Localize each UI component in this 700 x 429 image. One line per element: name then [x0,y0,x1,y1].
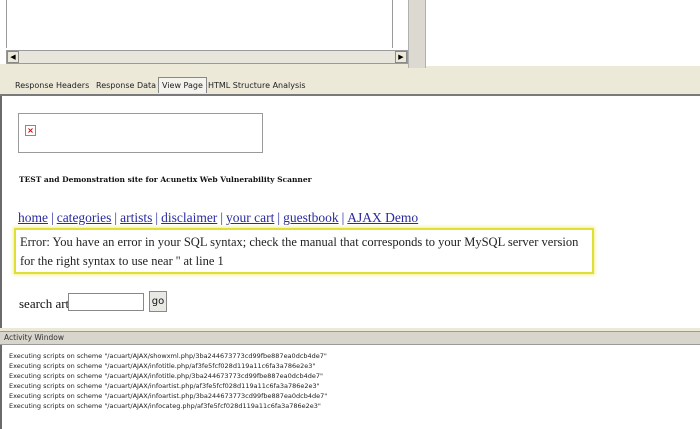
nav-link-ajax-demo[interactable]: AJAX Demo [347,210,418,225]
broken-image-icon: × [25,125,36,136]
tab-html-structure-analysis[interactable]: HTML Structure Analysis [205,78,309,94]
nav-separator: | [51,210,54,225]
nav-link-categories[interactable]: categories [57,210,112,225]
pane-divider [392,0,393,48]
broken-image-placeholder: × [18,113,263,153]
log-line: Executing scripts on scheme "/acuart/AJA… [9,372,324,380]
site-title: TEST and Demonstration site for Acunetix… [19,175,312,184]
log-line: Executing scripts on scheme "/acuart/AJA… [9,382,320,390]
sql-error-message: Error: You have an error in your SQL syn… [20,235,579,268]
nav-link-disclaimer[interactable]: disclaimer [161,210,217,225]
vertical-splitter[interactable] [408,0,426,68]
go-button[interactable]: go [149,291,167,312]
tab-bar: Response Headers Response Data View Page… [0,74,700,96]
nav-link-artists[interactable]: artists [120,210,152,225]
tab-response-headers[interactable]: Response Headers [12,78,92,94]
log-line: Executing scripts on scheme "/acuart/AJA… [9,392,328,400]
pane-divider [6,0,7,48]
tab-response-data[interactable]: Response Data [93,78,159,94]
nav-separator: | [114,210,118,225]
activity-window-header: Activity Window [0,331,700,345]
log-line: Executing scripts on scheme "/acuart/AJA… [9,352,327,360]
nav-separator: | [277,210,281,225]
nav-link-home[interactable]: home [18,210,48,225]
horizontal-scrollbar[interactable]: ◀ ▶ [6,50,408,64]
log-line: Executing scripts on scheme "/acuart/AJA… [9,362,316,370]
site-nav: home | categories | artists | disclaimer | your … [18,210,418,226]
activity-window-title: Activity Window [4,333,65,342]
nav-separator: | [220,210,224,225]
log-line: Executing scripts on scheme "/acuart/AJA… [9,402,321,410]
top-right-pane [426,0,700,66]
scroll-left-arrow-icon[interactable]: ◀ [7,51,19,63]
search-art-input[interactable] [68,293,144,311]
tab-view-page[interactable]: View Page [158,77,207,93]
page-view: × TEST and Demonstration site for Acunet… [0,96,700,328]
scroll-right-arrow-icon[interactable]: ▶ [395,51,407,63]
activity-log[interactable]: Executing scripts on scheme "/acuart/AJA… [0,345,700,429]
top-left-pane: ◀ ▶ [0,0,409,64]
nav-link-your-cart[interactable]: your cart [226,210,274,225]
nav-separator: | [341,210,345,225]
nav-link-guestbook[interactable]: guestbook [283,210,339,225]
nav-separator: | [155,210,159,225]
sql-error-highlight: Error: You have an error in your SQL syn… [14,228,594,274]
search-label: search art [19,296,70,311]
